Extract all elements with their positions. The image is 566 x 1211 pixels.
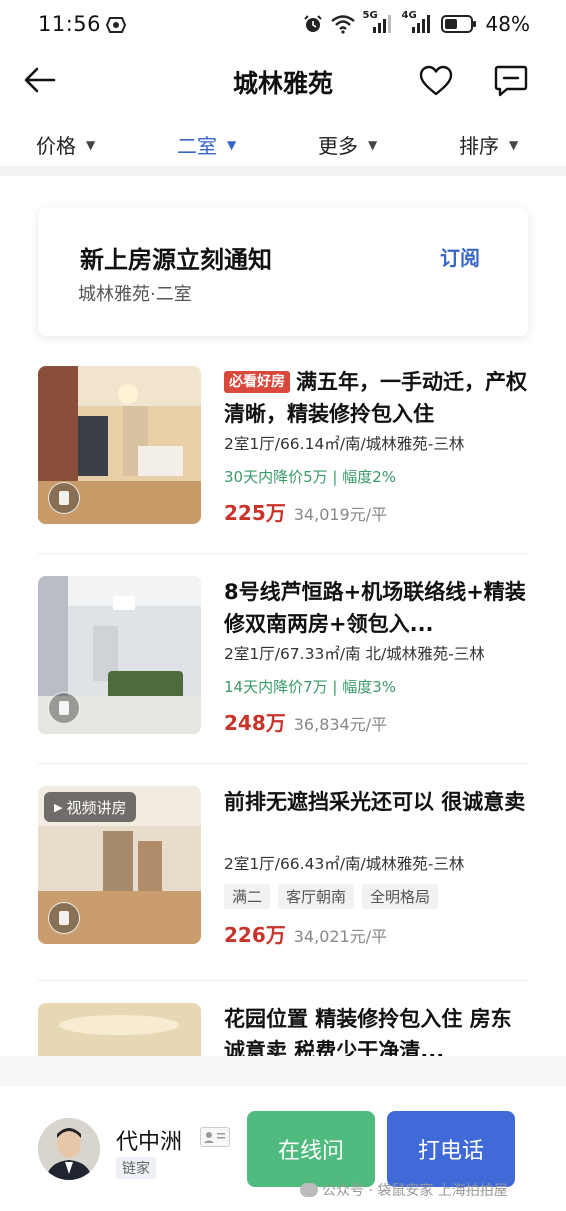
- chevron-down-icon: ▼: [227, 137, 237, 152]
- filter-more-label: 更多: [318, 134, 358, 158]
- listing-desc: 2室1厅/67.33㎡/南 北/城林雅苑-三林: [224, 645, 485, 663]
- listing-item[interactable]: 花园位置 精装修拎包入住 房东诚意卖 税费少干净清...: [38, 1003, 528, 1056]
- listing-total-price: 248万: [224, 711, 286, 735]
- listing-total-price: 226万: [224, 923, 286, 947]
- alarm-icon: [303, 15, 322, 32]
- filter-price-label: 价格: [36, 134, 76, 158]
- listing-desc: 2室1厅/66.14㎡/南/城林雅苑-三林: [224, 435, 465, 453]
- signal-4g-icon: 4G: [402, 10, 434, 35]
- filter-bar: 价格 ▼ 二室 ▼ 更多 ▼ 排序 ▼: [0, 118, 566, 166]
- online-chat-button[interactable]: 在线问: [247, 1111, 375, 1187]
- listing-item[interactable]: 8号线芦恒路+机场联络线+精装修双南两房+领包入... 2室1厅/67.33㎡/…: [38, 576, 528, 766]
- agent-avatar[interactable]: [38, 1118, 100, 1180]
- listing-tags: 满二 客厅朝南 全明格局: [224, 884, 528, 909]
- divider: [38, 553, 528, 554]
- signal-5g-icon: 5G: [363, 10, 395, 35]
- wechat-icon: [300, 1183, 318, 1197]
- divider: [38, 763, 528, 764]
- watermark: 公众号 · 袋鼠安家 上海拍拍屋: [300, 1180, 508, 1200]
- listing-title: 8号线芦恒路+机场联络线+精装修双南两房+领包入...: [224, 580, 526, 636]
- call-button[interactable]: 打电话: [387, 1111, 515, 1187]
- listing-desc: 2室1厅/66.43㎡/南/城林雅苑-三林: [224, 855, 465, 873]
- status-bar: 11:56 5G 4G 48%: [0, 0, 566, 52]
- business-card-icon[interactable]: [200, 1127, 230, 1147]
- status-time: 11:56: [38, 12, 102, 36]
- app-notification-icon: [106, 17, 126, 33]
- filter-rooms-label: 二室: [177, 134, 217, 158]
- listing-title: 必看好房 满五年，一手动迁，产权清晰，精装修拎包入住: [224, 366, 528, 430]
- vr-view-icon: [48, 482, 80, 514]
- heart-icon[interactable]: [418, 63, 454, 99]
- listing-tag: 全明格局: [362, 884, 439, 909]
- battery-icon: [440, 15, 476, 33]
- page-title: 城林雅苑: [232, 69, 333, 98]
- chevron-down-icon: ▼: [368, 137, 378, 152]
- filter-sort-label: 排序: [459, 134, 499, 158]
- filter-sort[interactable]: 排序 ▼: [459, 130, 518, 159]
- listing-title: 前排无遮挡采光还可以 很诚意卖: [224, 790, 526, 814]
- video-tour-tag: ▶ 视频讲房: [44, 792, 137, 822]
- chevron-down-icon: ▼: [86, 137, 96, 152]
- chevron-down-icon: ▼: [509, 137, 519, 152]
- agent-company: 链家: [116, 1157, 156, 1179]
- listing-item[interactable]: 必看好房 满五年，一手动迁，产权清晰，精装修拎包入住 2室1厅/66.14㎡/南/…: [38, 366, 528, 556]
- listing-price: 248万 36,834元/平: [224, 707, 528, 736]
- listing-total-price: 225万: [224, 501, 286, 525]
- filter-rooms[interactable]: 二室 ▼: [177, 130, 236, 159]
- vr-view-icon: [48, 902, 80, 934]
- wifi-icon: [330, 15, 355, 34]
- must-see-badge: 必看好房: [224, 371, 290, 393]
- filter-more[interactable]: 更多 ▼: [318, 130, 377, 159]
- subscribe-button[interactable]: 订阅: [440, 242, 480, 271]
- top-nav: 城林雅苑: [0, 52, 566, 110]
- battery-percent: 48%: [485, 12, 530, 36]
- play-icon: ▶: [54, 800, 63, 814]
- listing-unit-price: 34,021元/平: [293, 927, 388, 946]
- listing-photo: [38, 576, 201, 734]
- listing-price: 226万 34,021元/平: [224, 919, 528, 948]
- watermark-text: 公众号 · 袋鼠安家 上海拍拍屋: [322, 1183, 508, 1199]
- subscribe-title: 新上房源立刻通知: [80, 246, 272, 274]
- vr-view-icon: [48, 692, 80, 724]
- listing-info: 必看好房 满五年，一手动迁，产权清晰，精装修拎包入住 2室1厅/66.14㎡/南/…: [224, 366, 528, 526]
- listing-tag: 客厅朝南: [278, 884, 355, 909]
- status-right: 5G 4G 48%: [303, 10, 530, 36]
- listing-photo: [38, 366, 201, 524]
- filter-price[interactable]: 价格 ▼: [36, 130, 95, 159]
- agent-name: 代中洲: [116, 1130, 183, 1155]
- subscribe-subtitle: 城林雅苑·二室: [78, 284, 192, 305]
- listing-unit-price: 36,834元/平: [293, 715, 388, 734]
- back-arrow-icon[interactable]: [22, 62, 58, 98]
- listing-title: 花园位置 精装修拎包入住 房东诚意卖 税费少干净清...: [224, 1007, 512, 1056]
- filter-divider: [0, 166, 566, 176]
- listing-tag: 满二: [224, 884, 271, 909]
- listing-photo: [38, 1003, 201, 1056]
- listing-info: 8号线芦恒路+机场联络线+精装修双南两房+领包入... 2室1厅/67.33㎡/…: [224, 576, 528, 736]
- listing-info: 前排无遮挡采光还可以 很诚意卖 2室1厅/66.43㎡/南/城林雅苑-三林 满二…: [224, 786, 528, 948]
- app-screen: 11:56 5G 4G 48% 城林雅苑 价格 ▼ 二室 ▼ 更多 ▼ 排序 ▼…: [0, 0, 566, 1211]
- listing-price: 225万 34,019元/平: [224, 497, 528, 526]
- listing-info: 花园位置 精装修拎包入住 房东诚意卖 税费少干净清...: [224, 1003, 528, 1056]
- listing-price-drop: 30天内降价5万 | 幅度2%: [224, 468, 397, 486]
- bottom-shadow: [0, 1056, 566, 1086]
- listing-unit-price: 34,019元/平: [293, 505, 388, 524]
- listing-price-drop: 14天内降价7万 | 幅度3%: [224, 678, 397, 696]
- listing-item[interactable]: ▶ 视频讲房 前排无遮挡采光还可以 很诚意卖 2室1厅/66.43㎡/南/城林雅…: [38, 786, 528, 976]
- listing-photo: ▶ 视频讲房: [38, 786, 201, 944]
- subscribe-card: 新上房源立刻通知 城林雅苑·二室 订阅: [38, 208, 528, 336]
- video-tag-label: 视频讲房: [66, 798, 127, 817]
- divider: [38, 980, 528, 981]
- message-icon[interactable]: [493, 63, 529, 99]
